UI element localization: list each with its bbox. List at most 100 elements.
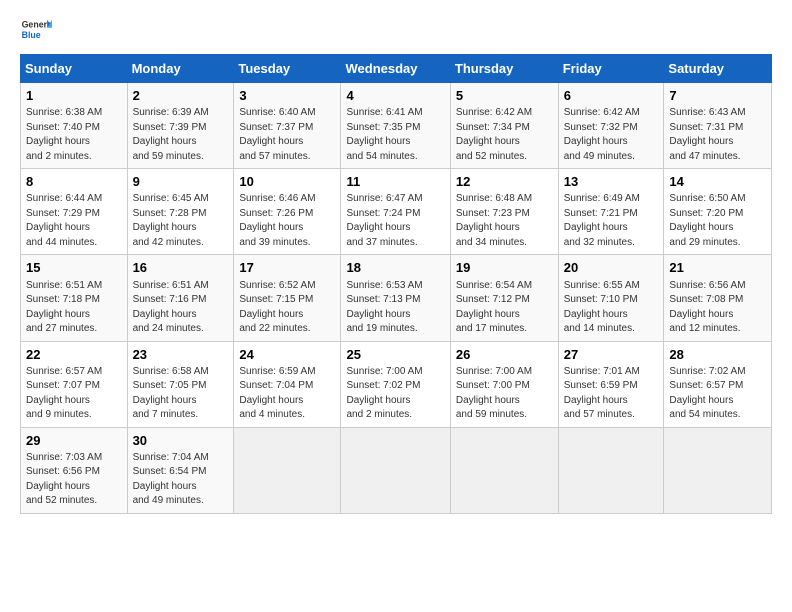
cell-sun-info: Sunrise: 6:42 AMSunset: 7:32 PMDaylight … bbox=[564, 106, 660, 164]
day-number: 25 bbox=[346, 346, 445, 364]
cell-sun-info: Sunrise: 6:42 AMSunset: 7:34 PMDaylight … bbox=[456, 106, 554, 164]
cell-sun-info: Sunrise: 7:00 AMSunset: 7:02 PMDaylight … bbox=[346, 365, 445, 423]
calendar-cell: 10Sunrise: 6:46 AMSunset: 7:26 PMDayligh… bbox=[234, 169, 341, 255]
cell-sun-info: Sunrise: 6:53 AMSunset: 7:13 PMDaylight … bbox=[346, 279, 445, 337]
calendar-week-row: 1Sunrise: 6:38 AMSunset: 7:40 PMDaylight… bbox=[21, 83, 772, 169]
day-number: 15 bbox=[26, 259, 123, 277]
calendar-cell: 8Sunrise: 6:44 AMSunset: 7:29 PMDaylight… bbox=[21, 169, 128, 255]
day-number: 19 bbox=[456, 259, 554, 277]
day-number: 11 bbox=[346, 173, 445, 191]
calendar-cell: 27Sunrise: 7:01 AMSunset: 6:59 PMDayligh… bbox=[558, 341, 664, 427]
day-number: 12 bbox=[456, 173, 554, 191]
day-number: 2 bbox=[133, 87, 230, 105]
cell-sun-info: Sunrise: 6:49 AMSunset: 7:21 PMDaylight … bbox=[564, 192, 660, 250]
svg-text:Blue: Blue bbox=[22, 30, 41, 40]
calendar-cell: 28Sunrise: 7:02 AMSunset: 6:57 PMDayligh… bbox=[664, 341, 772, 427]
calendar-cell: 7Sunrise: 6:43 AMSunset: 7:31 PMDaylight… bbox=[664, 83, 772, 169]
calendar-cell: 22Sunrise: 6:57 AMSunset: 7:07 PMDayligh… bbox=[21, 341, 128, 427]
cell-sun-info: Sunrise: 6:40 AMSunset: 7:37 PMDaylight … bbox=[239, 106, 336, 164]
day-number: 8 bbox=[26, 173, 123, 191]
cell-sun-info: Sunrise: 6:55 AMSunset: 7:10 PMDaylight … bbox=[564, 279, 660, 337]
day-number: 1 bbox=[26, 87, 123, 105]
cell-sun-info: Sunrise: 6:58 AMSunset: 7:05 PMDaylight … bbox=[133, 365, 230, 423]
day-number: 6 bbox=[564, 87, 660, 105]
cell-sun-info: Sunrise: 6:56 AMSunset: 7:08 PMDaylight … bbox=[669, 279, 767, 337]
cell-sun-info: Sunrise: 7:03 AMSunset: 6:56 PMDaylight … bbox=[26, 451, 123, 509]
cell-sun-info: Sunrise: 7:01 AMSunset: 6:59 PMDaylight … bbox=[564, 365, 660, 423]
day-number: 9 bbox=[133, 173, 230, 191]
day-number: 16 bbox=[133, 259, 230, 277]
day-number: 27 bbox=[564, 346, 660, 364]
logo: General Blue bbox=[20, 16, 52, 44]
calendar-table: SundayMondayTuesdayWednesdayThursdayFrid… bbox=[20, 54, 772, 514]
header: General Blue bbox=[20, 16, 772, 44]
cell-sun-info: Sunrise: 7:00 AMSunset: 7:00 PMDaylight … bbox=[456, 365, 554, 423]
day-number: 5 bbox=[456, 87, 554, 105]
day-number: 22 bbox=[26, 346, 123, 364]
column-header-saturday: Saturday bbox=[664, 55, 772, 83]
day-number: 3 bbox=[239, 87, 336, 105]
day-number: 30 bbox=[133, 432, 230, 450]
calendar-cell: 25Sunrise: 7:00 AMSunset: 7:02 PMDayligh… bbox=[341, 341, 450, 427]
cell-sun-info: Sunrise: 6:46 AMSunset: 7:26 PMDaylight … bbox=[239, 192, 336, 250]
day-number: 17 bbox=[239, 259, 336, 277]
cell-sun-info: Sunrise: 6:50 AMSunset: 7:20 PMDaylight … bbox=[669, 192, 767, 250]
calendar-cell: 29Sunrise: 7:03 AMSunset: 6:56 PMDayligh… bbox=[21, 427, 128, 513]
calendar-cell: 5Sunrise: 6:42 AMSunset: 7:34 PMDaylight… bbox=[450, 83, 558, 169]
day-number: 24 bbox=[239, 346, 336, 364]
calendar-cell: 9Sunrise: 6:45 AMSunset: 7:28 PMDaylight… bbox=[127, 169, 234, 255]
calendar-cell: 21 Sunrise: 6:56 AMSunset: 7:08 PMDayligh… bbox=[664, 255, 772, 341]
calendar-cell: 17 Sunrise: 6:52 AMSunset: 7:15 PMDayligh… bbox=[234, 255, 341, 341]
day-number: 20 bbox=[564, 259, 660, 277]
day-number: 14 bbox=[669, 173, 767, 191]
cell-sun-info: Sunrise: 6:43 AMSunset: 7:31 PMDaylight … bbox=[669, 106, 767, 164]
column-header-thursday: Thursday bbox=[450, 55, 558, 83]
cell-sun-info: Sunrise: 6:45 AMSunset: 7:28 PMDaylight … bbox=[133, 192, 230, 250]
column-header-friday: Friday bbox=[558, 55, 664, 83]
calendar-header-row: SundayMondayTuesdayWednesdayThursdayFrid… bbox=[21, 55, 772, 83]
calendar-cell bbox=[664, 427, 772, 513]
day-number: 28 bbox=[669, 346, 767, 364]
cell-sun-info: Sunrise: 6:48 AMSunset: 7:23 PMDaylight … bbox=[456, 192, 554, 250]
day-number: 7 bbox=[669, 87, 767, 105]
calendar-week-row: 15 Sunrise: 6:51 AMSunset: 7:18 PMDayligh… bbox=[21, 255, 772, 341]
calendar-cell: 13Sunrise: 6:49 AMSunset: 7:21 PMDayligh… bbox=[558, 169, 664, 255]
cell-sun-info: Sunrise: 6:52 AMSunset: 7:15 PMDaylight … bbox=[239, 279, 336, 337]
day-number: 10 bbox=[239, 173, 336, 191]
cell-sun-info: Sunrise: 6:41 AMSunset: 7:35 PMDaylight … bbox=[346, 106, 445, 164]
day-number: 13 bbox=[564, 173, 660, 191]
cell-sun-info: Sunrise: 6:54 AMSunset: 7:12 PMDaylight … bbox=[456, 279, 554, 337]
calendar-cell: 15 Sunrise: 6:51 AMSunset: 7:18 PMDayligh… bbox=[21, 255, 128, 341]
calendar-cell: 3Sunrise: 6:40 AMSunset: 7:37 PMDaylight… bbox=[234, 83, 341, 169]
page-container: General Blue SundayMondayTuesdayWednesda… bbox=[0, 0, 792, 524]
cell-sun-info: Sunrise: 6:51 AMSunset: 7:18 PMDaylight … bbox=[26, 279, 123, 337]
day-number: 23 bbox=[133, 346, 230, 364]
calendar-week-row: 8Sunrise: 6:44 AMSunset: 7:29 PMDaylight… bbox=[21, 169, 772, 255]
calendar-cell: 26Sunrise: 7:00 AMSunset: 7:00 PMDayligh… bbox=[450, 341, 558, 427]
calendar-week-row: 29Sunrise: 7:03 AMSunset: 6:56 PMDayligh… bbox=[21, 427, 772, 513]
cell-sun-info: Sunrise: 6:39 AMSunset: 7:39 PMDaylight … bbox=[133, 106, 230, 164]
calendar-cell bbox=[558, 427, 664, 513]
calendar-cell: 4Sunrise: 6:41 AMSunset: 7:35 PMDaylight… bbox=[341, 83, 450, 169]
cell-sun-info: Sunrise: 6:47 AMSunset: 7:24 PMDaylight … bbox=[346, 192, 445, 250]
calendar-cell: 11Sunrise: 6:47 AMSunset: 7:24 PMDayligh… bbox=[341, 169, 450, 255]
calendar-cell bbox=[341, 427, 450, 513]
cell-sun-info: Sunrise: 6:51 AMSunset: 7:16 PMDaylight … bbox=[133, 279, 230, 337]
calendar-cell: 18Sunrise: 6:53 AMSunset: 7:13 PMDayligh… bbox=[341, 255, 450, 341]
day-number: 29 bbox=[26, 432, 123, 450]
column-header-sunday: Sunday bbox=[21, 55, 128, 83]
calendar-cell: 6Sunrise: 6:42 AMSunset: 7:32 PMDaylight… bbox=[558, 83, 664, 169]
calendar-cell: 24Sunrise: 6:59 AMSunset: 7:04 PMDayligh… bbox=[234, 341, 341, 427]
day-number: 21 bbox=[669, 259, 767, 277]
calendar-cell: 16 Sunrise: 6:51 AMSunset: 7:16 PMDayligh… bbox=[127, 255, 234, 341]
cell-sun-info: Sunrise: 7:02 AMSunset: 6:57 PMDaylight … bbox=[669, 365, 767, 423]
calendar-cell bbox=[234, 427, 341, 513]
calendar-week-row: 22Sunrise: 6:57 AMSunset: 7:07 PMDayligh… bbox=[21, 341, 772, 427]
calendar-cell: 19 Sunrise: 6:54 AMSunset: 7:12 PMDayligh… bbox=[450, 255, 558, 341]
cell-sun-info: Sunrise: 6:59 AMSunset: 7:04 PMDaylight … bbox=[239, 365, 336, 423]
calendar-cell: 30Sunrise: 7:04 AMSunset: 6:54 PMDayligh… bbox=[127, 427, 234, 513]
calendar-cell: 23Sunrise: 6:58 AMSunset: 7:05 PMDayligh… bbox=[127, 341, 234, 427]
cell-sun-info: Sunrise: 6:38 AMSunset: 7:40 PMDaylight … bbox=[26, 106, 123, 164]
calendar-cell: 12Sunrise: 6:48 AMSunset: 7:23 PMDayligh… bbox=[450, 169, 558, 255]
column-header-monday: Monday bbox=[127, 55, 234, 83]
